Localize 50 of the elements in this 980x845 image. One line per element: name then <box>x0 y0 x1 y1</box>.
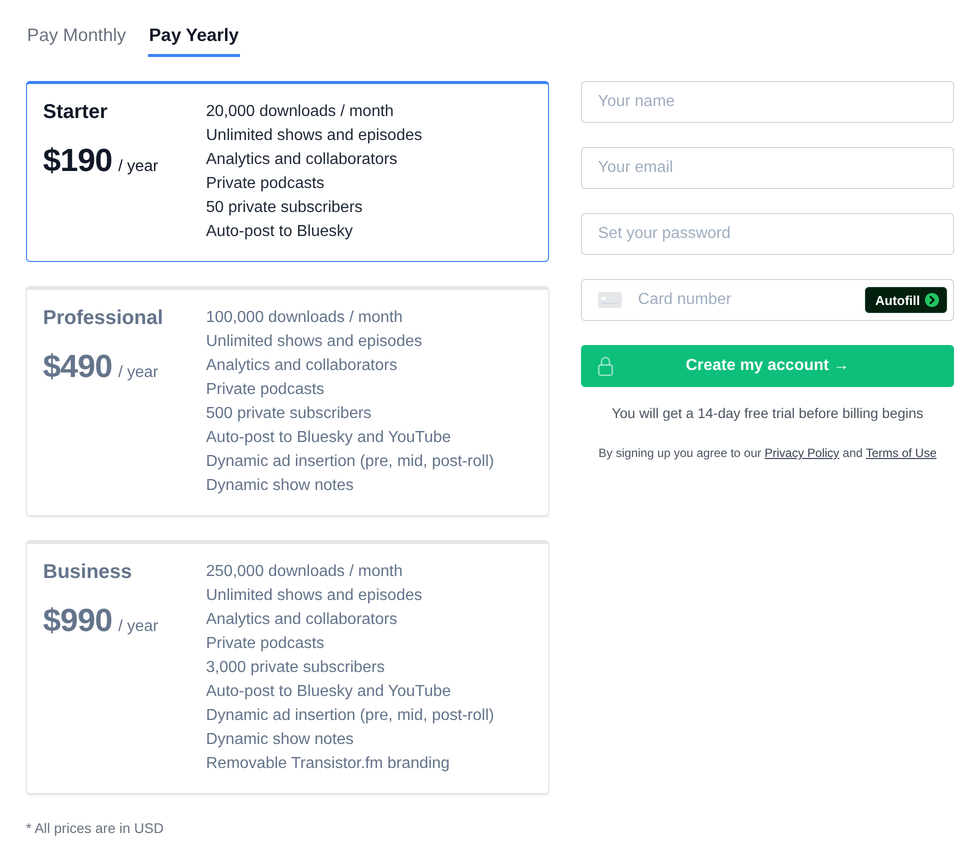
card-number-field[interactable]: Card number Autofill <box>581 279 954 321</box>
plan-feature: Dynamic ad insertion (pre, mid, post-roll) <box>206 452 494 472</box>
chevron-right-circle-icon <box>925 293 939 307</box>
legal-note: By signing up you agree to our Privacy Policy and Terms of Use <box>598 445 938 461</box>
plan-feature: Unlimited shows and episodes <box>206 126 422 146</box>
plan-feature: Private podcasts <box>206 174 324 194</box>
plan-feature: Analytics and collaborators <box>206 356 398 376</box>
price-period: / year <box>118 618 158 636</box>
lock-icon <box>598 356 613 376</box>
trial-note: You will get a 14-day free trial before billing begins <box>610 404 924 423</box>
plan-feature: Dynamic show notes <box>206 730 354 750</box>
plan-feature: 50 private subscribers <box>206 198 363 218</box>
plan-price: $490 <box>43 347 112 386</box>
privacy-policy-link[interactable]: Privacy Policy <box>764 446 840 460</box>
plan-name: Professional <box>43 306 164 330</box>
plan-feature: Auto-post to Bluesky and YouTube <box>206 428 451 448</box>
billing-tab[interactable]: Pay Monthly <box>26 23 128 57</box>
plan-feature: 20,000 downloads / month <box>206 102 394 122</box>
plan-feature: 250,000 downloads / month <box>206 562 403 582</box>
plan-feature: Removable Transistor.fm branding <box>206 754 450 774</box>
plan-feature: Private podcasts <box>206 380 324 400</box>
plan-card[interactable] <box>26 286 549 516</box>
password-input-field[interactable]: Set your password <box>581 213 954 255</box>
plan-feature: Dynamic show notes <box>206 476 354 496</box>
credit-card-icon <box>598 292 622 308</box>
plan-price: $190 <box>43 141 112 180</box>
plan-feature: Unlimited shows and episodes <box>206 586 422 606</box>
plan-feature: 500 private subscribers <box>206 404 372 424</box>
text-input-field[interactable]: Your email <box>581 147 954 189</box>
plan-feature: Auto-post to Bluesky and YouTube <box>206 682 451 702</box>
plan-feature: 100,000 downloads / month <box>206 308 403 328</box>
plan-feature: Private podcasts <box>206 634 324 654</box>
plan-name: Starter <box>43 100 108 124</box>
terms-of-use-link[interactable]: Terms of Use <box>866 446 936 460</box>
currency-footnote: * All prices are in USD <box>26 819 164 837</box>
plan-card[interactable]: Starter $190 / year 20,000 downloads / month Unlimited shows and episodes Analytics and collaborators Private podcasts 50 private subscribers Auto-post to Bluesky <box>26 81 549 262</box>
plan-feature: Auto-post to Bluesky <box>206 222 353 242</box>
text-input-field[interactable]: Your name <box>581 81 954 123</box>
plan-feature: 3,000 private subscribers <box>206 658 385 678</box>
plan-feature: Analytics and collaborators <box>206 150 398 170</box>
billing-tab[interactable]: Pay Yearly <box>148 23 240 57</box>
plan-name: Business <box>43 560 132 584</box>
price-period: / year <box>118 364 158 382</box>
price-period: / year <box>118 158 158 176</box>
plan-feature: Analytics and collaborators <box>206 610 398 630</box>
plan-feature: Dynamic ad insertion (pre, mid, post-roll) <box>206 706 494 726</box>
plan-card[interactable] <box>26 540 549 794</box>
plan-feature: Unlimited shows and episodes <box>206 332 422 352</box>
autofill-button[interactable]: Autofill <box>865 287 947 313</box>
plan-price: $990 <box>43 601 112 640</box>
